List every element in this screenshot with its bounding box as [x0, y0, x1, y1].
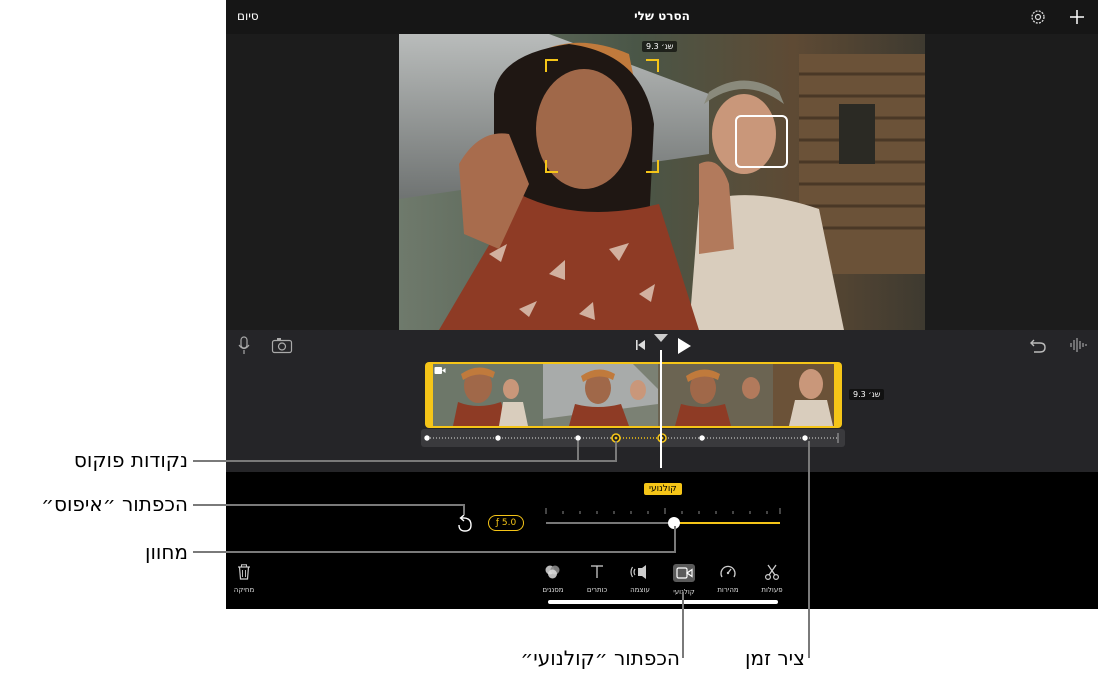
callout-timeline: ציר זמן — [745, 646, 805, 670]
callout-slider: מחוון — [145, 540, 188, 564]
callout-focus-points: נקודות פוקוס — [73, 448, 188, 472]
callout-reset-button: הכפתור ״איפוס״ — [41, 492, 188, 516]
callout-cinematic-button: הכפתור ״קולנועי״ — [520, 646, 680, 670]
callout-lines — [193, 441, 810, 658]
